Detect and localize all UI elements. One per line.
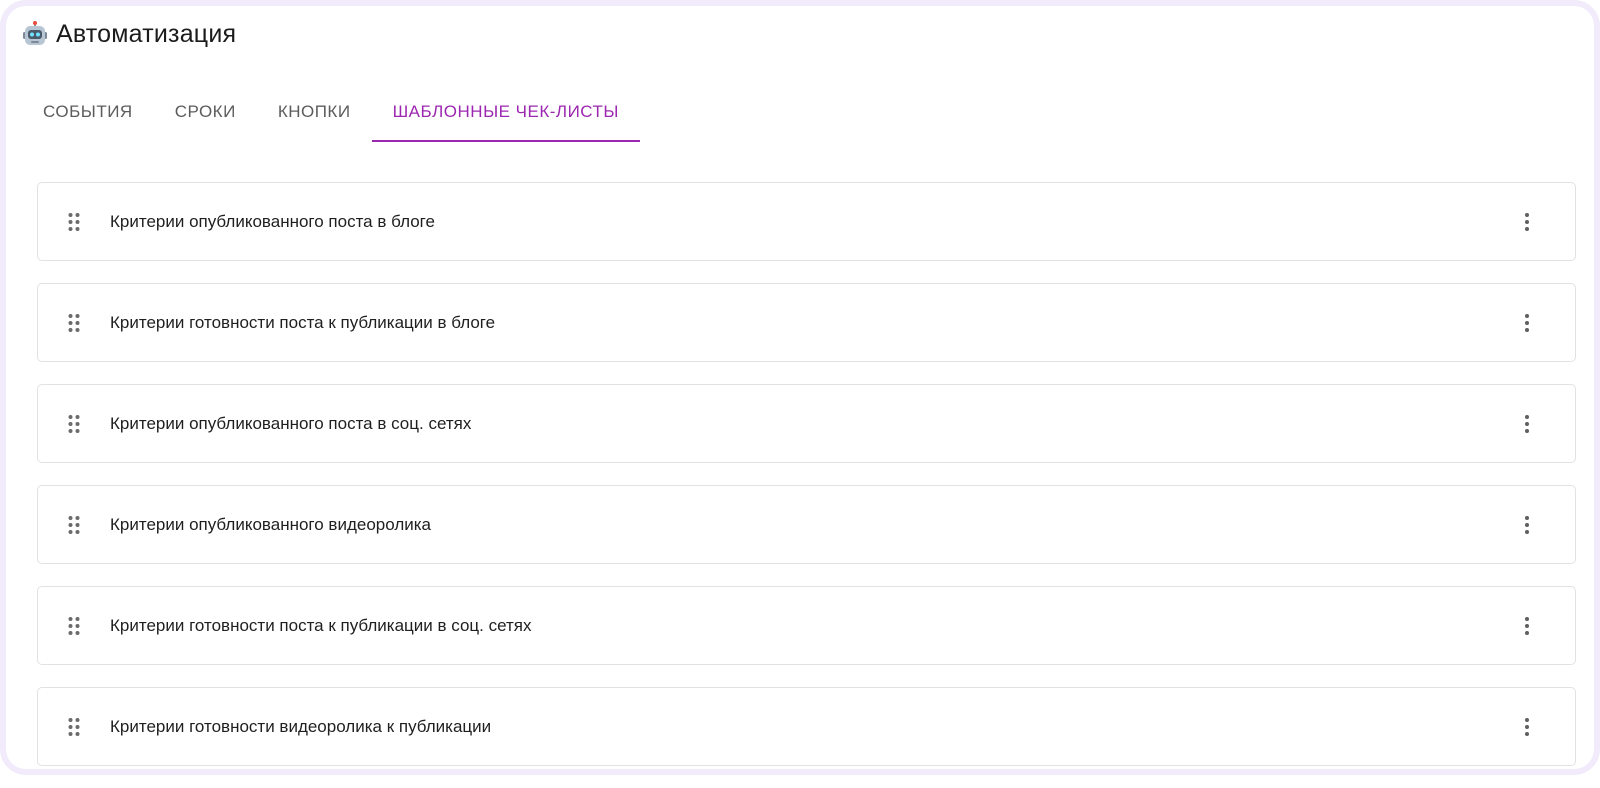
tab-events[interactable]: События (22, 82, 154, 142)
drag-handle-icon[interactable] (58, 610, 90, 642)
list-item-label: Критерии опубликованного видеоролика (110, 514, 431, 534)
list-item-label: Критерии готовности поста к публикации в… (110, 615, 532, 635)
list-item[interactable]: Критерии опубликованного поста в блоге (37, 182, 1576, 261)
tab-deadlines[interactable]: Сроки (154, 82, 257, 142)
drag-handle-icon[interactable] (58, 509, 90, 541)
list-item[interactable]: Критерии готовности поста к публикации в… (37, 586, 1576, 665)
drag-handle-icon[interactable] (58, 307, 90, 339)
list-item-label: Критерии опубликованного поста в соц. се… (110, 413, 472, 433)
more-vertical-icon[interactable] (1511, 307, 1543, 339)
more-vertical-icon[interactable] (1511, 711, 1543, 743)
more-vertical-icon[interactable] (1511, 610, 1543, 642)
more-vertical-icon[interactable] (1511, 509, 1543, 541)
checklist-template-list: Критерии опубликованного поста в блоге К… (37, 182, 1576, 788)
list-item[interactable]: Критерии готовности видеоролика к публик… (37, 687, 1576, 766)
tab-buttons[interactable]: Кнопки (257, 82, 372, 142)
robot-icon (23, 21, 47, 45)
drag-handle-icon[interactable] (58, 408, 90, 440)
list-item-label: Критерии опубликованного поста в блоге (110, 211, 435, 231)
more-vertical-icon[interactable] (1511, 206, 1543, 238)
list-item-label: Критерии готовности поста к публикации в… (110, 312, 496, 332)
tab-checklist-templates[interactable]: Шаблонные чек-листы (371, 82, 641, 142)
drag-handle-icon[interactable] (58, 206, 90, 238)
drag-handle-icon[interactable] (58, 711, 90, 743)
more-vertical-icon[interactable] (1511, 408, 1543, 440)
app-frame: Автоматизация События Сроки Кнопки Шабло… (0, 0, 1600, 775)
list-item[interactable]: Критерии опубликованного видеоролика (37, 485, 1576, 564)
list-item[interactable]: Критерии опубликованного поста в соц. се… (37, 384, 1576, 463)
list-item[interactable]: Критерии готовности поста к публикации в… (37, 283, 1576, 362)
page-title: Автоматизация (56, 19, 237, 48)
tab-bar: События Сроки Кнопки Шаблонные чек-листы (22, 82, 641, 142)
page-header: Автоматизация (22, 18, 236, 50)
list-item-label: Критерии готовности видеоролика к публик… (110, 716, 492, 736)
